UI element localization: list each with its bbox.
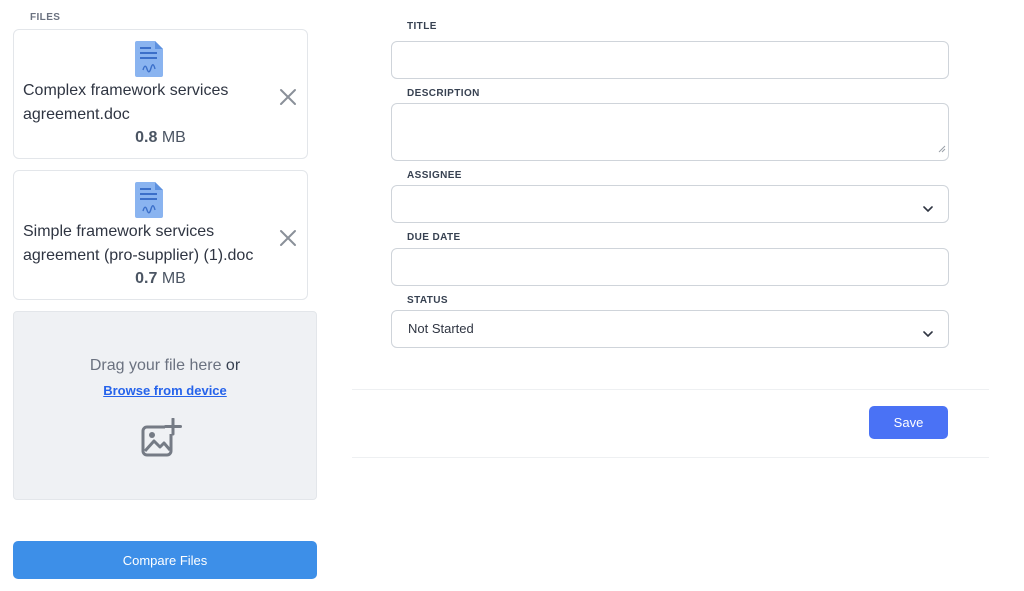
description-textarea[interactable] bbox=[391, 103, 949, 161]
files-section-label: FILES bbox=[30, 12, 61, 23]
dropzone-instruction: Drag your file here bbox=[89, 357, 222, 374]
description-label: DESCRIPTION bbox=[407, 88, 480, 99]
chevron-down-icon bbox=[923, 325, 933, 343]
due-date-input[interactable] bbox=[391, 248, 949, 286]
status-select[interactable]: Not Started bbox=[391, 310, 949, 348]
resize-handle-icon[interactable] bbox=[938, 140, 946, 158]
add-image-icon bbox=[140, 417, 182, 463]
file-size: 0.7 MB bbox=[14, 270, 307, 288]
title-label: TITLE bbox=[407, 21, 437, 32]
file-size-unit: MB bbox=[161, 270, 186, 287]
form-divider bbox=[352, 389, 989, 390]
save-button[interactable]: Save bbox=[869, 406, 948, 439]
form-divider bbox=[352, 457, 989, 458]
file-name: Complex framework services agreement.doc bbox=[23, 82, 229, 123]
file-name: Simple framework services agreement (pro… bbox=[23, 223, 254, 264]
due-date-label: DUE DATE bbox=[407, 232, 461, 243]
file-size-unit: MB bbox=[161, 129, 186, 146]
close-icon bbox=[280, 230, 296, 246]
file-dropzone[interactable]: Drag your file here or Browse from devic… bbox=[13, 311, 317, 500]
dropzone-text: Drag your file here or bbox=[14, 357, 316, 375]
file-size-value: 0.7 bbox=[135, 270, 158, 287]
file-size-value: 0.8 bbox=[135, 129, 158, 146]
chevron-down-icon bbox=[923, 200, 933, 218]
dropzone-or: or bbox=[225, 357, 241, 374]
title-input[interactable] bbox=[391, 41, 949, 79]
assignee-select[interactable] bbox=[391, 185, 949, 223]
status-label: STATUS bbox=[407, 295, 448, 306]
document-icon bbox=[135, 41, 163, 82]
close-icon bbox=[280, 89, 296, 105]
assignee-label: ASSIGNEE bbox=[407, 170, 462, 181]
remove-file-button[interactable] bbox=[278, 87, 298, 107]
remove-file-button[interactable] bbox=[278, 228, 298, 248]
file-card: Complex framework services agreement.doc… bbox=[13, 29, 308, 159]
file-size: 0.8 MB bbox=[14, 129, 307, 147]
browse-from-device-link[interactable]: Browse from device bbox=[14, 383, 316, 398]
document-icon bbox=[135, 182, 163, 223]
file-card: Simple framework services agreement (pro… bbox=[13, 170, 308, 300]
status-value: Not Started bbox=[408, 321, 474, 336]
compare-files-button[interactable]: Compare Files bbox=[13, 541, 317, 579]
